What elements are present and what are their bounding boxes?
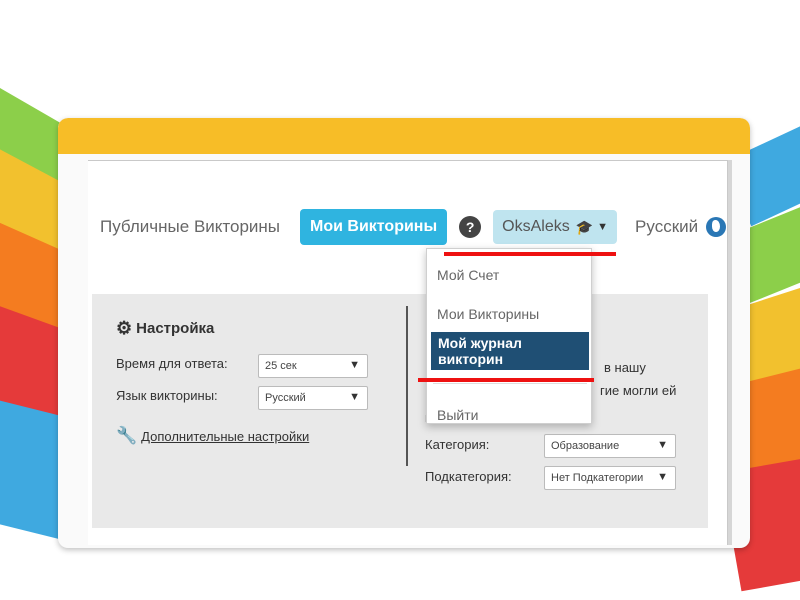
quiz-language-label: Язык викторины: [116, 388, 218, 403]
menu-item-logout[interactable]: Выйти [427, 407, 593, 423]
language-selector[interactable]: Русский [635, 217, 698, 237]
settings-title-text: Настройка [136, 320, 215, 337]
subcategory-value: Нет Подкатегории [551, 472, 644, 484]
dropdown-arrow-icon: ▼ [349, 391, 360, 403]
category-select[interactable]: Образование ▼ [544, 434, 676, 458]
category-value: Образование [551, 440, 620, 452]
nav-public-quizzes[interactable]: Публичные Викторины [100, 217, 280, 237]
gear-icon: ⚙ [116, 318, 133, 338]
highlight-underline-journal [418, 378, 594, 382]
highlight-underline-user [444, 252, 616, 256]
graduation-cap-icon: 🎓 [575, 218, 594, 235]
category-help-text-1: в нашу [604, 360, 646, 375]
menu-item-quiz-journal[interactable]: Мой журнал викторин [431, 332, 589, 370]
answer-time-select[interactable]: 25 сек ▼ [258, 354, 368, 378]
section-divider [406, 306, 408, 466]
quiz-settings-panel: ⚙ Настройка Время для ответа: 25 сек ▼ Я… [92, 294, 708, 528]
answer-time-value: 25 сек [265, 360, 297, 372]
chevron-down-icon: ▼ [597, 221, 609, 233]
category-help-text-2: гие могли ей [600, 383, 677, 398]
header-bar [58, 118, 750, 154]
quiz-language-select[interactable]: Русский ▼ [258, 386, 368, 410]
more-settings-text: Дополнительные настройки [141, 428, 310, 444]
menu-item-my-account[interactable]: Мой Счет [427, 267, 593, 283]
nav-my-quizzes[interactable]: Мои Викторины [300, 209, 448, 245]
help-icon[interactable]: ? [459, 216, 482, 238]
user-menu-button[interactable]: OksAleks 🎓 ▼ [493, 210, 618, 244]
dropdown-arrow-icon: ▼ [657, 471, 668, 483]
dropdown-arrow-icon: ▼ [349, 359, 360, 371]
user-dropdown-menu: Мой Счет Мои Викторины Мой журнал виктор… [426, 248, 592, 424]
quiz-site-window: Публичные Викторины Мои Викторины ? OksA… [58, 118, 750, 548]
user-name: OksAleks [502, 218, 570, 235]
subcategory-select[interactable]: Нет Подкатегории ▼ [544, 466, 676, 490]
more-settings-link[interactable]: 🔧 Дополнительные настройки [116, 426, 309, 446]
dropdown-arrow-icon: ▼ [657, 439, 668, 451]
quiz-language-value: Русский [265, 392, 306, 404]
top-navigation: Публичные Викторины Мои Викторины ? OksA… [100, 208, 727, 246]
subcategory-label: Подкатегория: [425, 469, 512, 484]
answer-time-label: Время для ответа: [116, 356, 228, 371]
scrollbar[interactable] [728, 160, 732, 545]
menu-separator [433, 383, 587, 384]
globe-icon[interactable] [706, 217, 727, 237]
wrench-icon: 🔧 [116, 426, 138, 445]
settings-title: ⚙ Настройка [116, 318, 214, 339]
menu-item-my-quizzes[interactable]: Мои Викторины [427, 306, 593, 322]
category-label: Категория: [425, 437, 490, 452]
